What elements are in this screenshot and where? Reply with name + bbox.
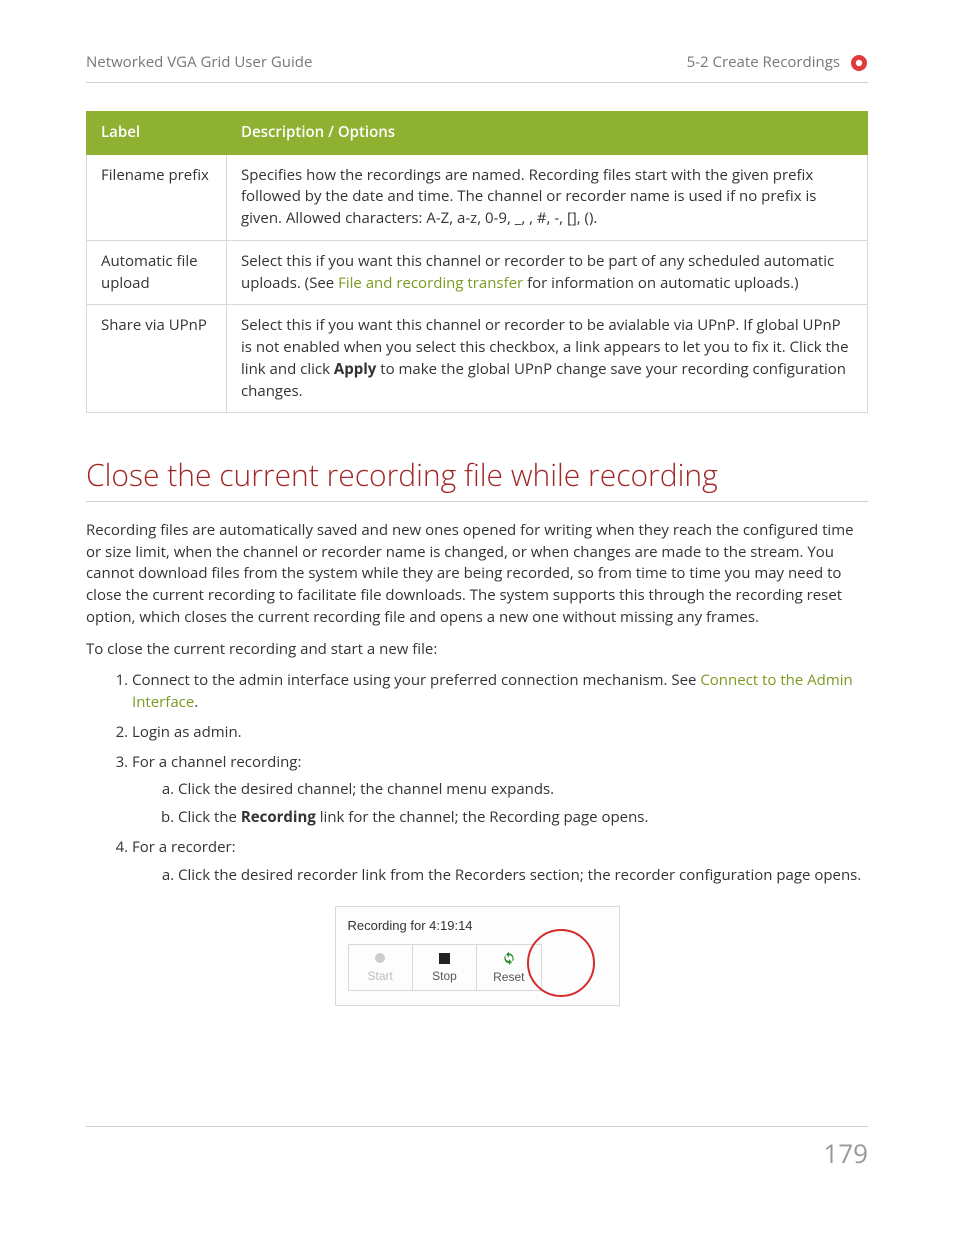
table-row: Share via UPnP Select this if you want t…: [87, 305, 868, 413]
step-1: Connect to the admin interface using you…: [132, 670, 868, 714]
step-2: Login as admin.: [132, 722, 868, 744]
recording-status-text: Recording for 4:19:14: [348, 917, 607, 936]
cell-desc: Select this if you want this channel or …: [227, 305, 868, 413]
options-table: Label Description / Options Filename pre…: [86, 111, 868, 414]
steps-list: Connect to the admin interface using you…: [86, 670, 868, 886]
header-rule: [86, 82, 868, 83]
stop-button[interactable]: Stop: [413, 945, 477, 990]
step-4a: Click the desired recorder link from the…: [178, 865, 868, 887]
cell-label: Filename prefix: [87, 154, 227, 240]
cell-desc: Specifies how the recordings are named. …: [227, 154, 868, 240]
section-heading: Close the current recording file while r…: [86, 453, 868, 502]
stop-icon: [439, 953, 450, 967]
recording-button-row: Start Stop Reset: [348, 944, 542, 991]
table-row: Automatic file upload Select this if you…: [87, 240, 868, 305]
record-icon: [374, 952, 386, 967]
page-header: Networked VGA Grid User Guide 5-2 Create…: [86, 52, 868, 80]
step-4: For a recorder: Click the desired record…: [132, 837, 868, 887]
cell-label: Share via UPnP: [87, 305, 227, 413]
header-right: 5-2 Create Recordings: [687, 52, 840, 74]
reset-icon: [502, 951, 516, 968]
footer-rule: [86, 1126, 868, 1127]
page-number: 179: [86, 1135, 868, 1173]
th-desc: Description / Options: [227, 111, 868, 154]
intro-lead: To close the current recording and start…: [86, 639, 868, 661]
intro-paragraph: Recording files are automatically saved …: [86, 520, 868, 629]
header-left: Networked VGA Grid User Guide: [86, 52, 312, 74]
recording-panel-figure: Recording for 4:19:14 Start Stop: [335, 906, 620, 1006]
reset-button[interactable]: Reset: [477, 945, 540, 990]
start-button[interactable]: Start: [349, 945, 413, 990]
cell-label: Automatic file upload: [87, 240, 227, 305]
step-3: For a channel recording: Click the desir…: [132, 752, 868, 829]
table-row: Filename prefix Specifies how the record…: [87, 154, 868, 240]
link-file-transfer[interactable]: File and recording transfer: [338, 273, 523, 293]
step-3a: Click the desired channel; the channel m…: [178, 779, 868, 801]
th-label: Label: [87, 111, 227, 154]
brand-icon: [850, 54, 868, 72]
cell-desc: Select this if you want this channel or …: [227, 240, 868, 305]
step-3b: Click the Recording link for the channel…: [178, 807, 868, 829]
